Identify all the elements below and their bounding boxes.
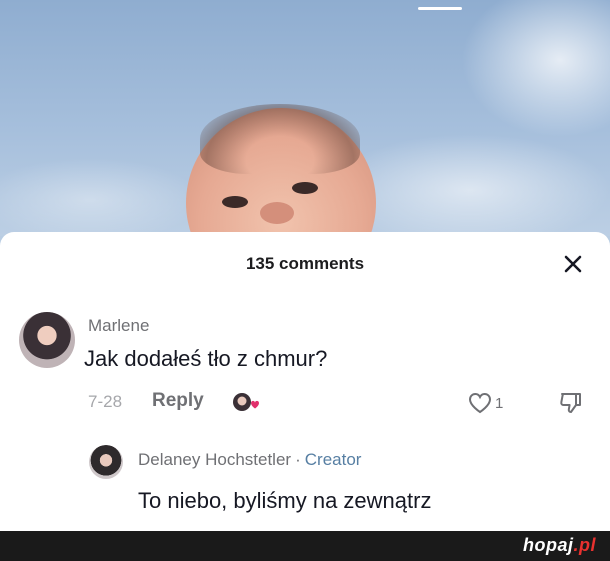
username-separator: · xyxy=(295,450,301,469)
thumbs-down-icon xyxy=(560,393,581,413)
dislike-button[interactable] xyxy=(557,390,585,416)
baby-eye-right xyxy=(292,182,318,194)
comments-count-title: 135 comments xyxy=(245,254,365,273)
avatar-marlene[interactable] xyxy=(19,312,75,368)
creator-badge: Creator xyxy=(304,450,362,469)
reply-username[interactable]: Delaney Hochstetler xyxy=(138,450,291,469)
like-button[interactable]: 1 xyxy=(467,390,503,416)
site-logo-tld: .pl xyxy=(573,535,596,555)
site-watermark-bar: hopaj.pl xyxy=(0,531,610,561)
site-logo: hopaj.pl xyxy=(523,535,596,556)
baby-eye-left xyxy=(222,196,248,208)
comment-username[interactable]: Marlene xyxy=(88,316,149,336)
close-button[interactable] xyxy=(559,250,587,278)
reply-text: To niebo, byliśmy na zewnątrz xyxy=(138,488,432,513)
like-count: 1 xyxy=(495,394,504,412)
comment-text: Jak dodałeś tło z chmur? xyxy=(84,346,328,371)
creator-liked-icon xyxy=(231,390,261,416)
drag-handle[interactable] xyxy=(418,7,462,10)
comments-sheet: 135 comments Marlene Jak dodałeś tło z c… xyxy=(0,232,610,531)
reply-username-line: Delaney Hochstetler · Creator xyxy=(138,450,361,470)
baby-hair-shading xyxy=(200,104,360,174)
heart-outline-icon xyxy=(468,392,492,414)
video-background xyxy=(0,0,610,236)
comment-date: 7-28 xyxy=(88,392,123,411)
close-icon xyxy=(564,255,582,273)
site-logo-name: hopaj xyxy=(523,535,574,555)
avatar-delaney[interactable] xyxy=(89,445,123,479)
baby-nose xyxy=(260,202,294,224)
reply-button[interactable]: Reply xyxy=(152,390,204,412)
